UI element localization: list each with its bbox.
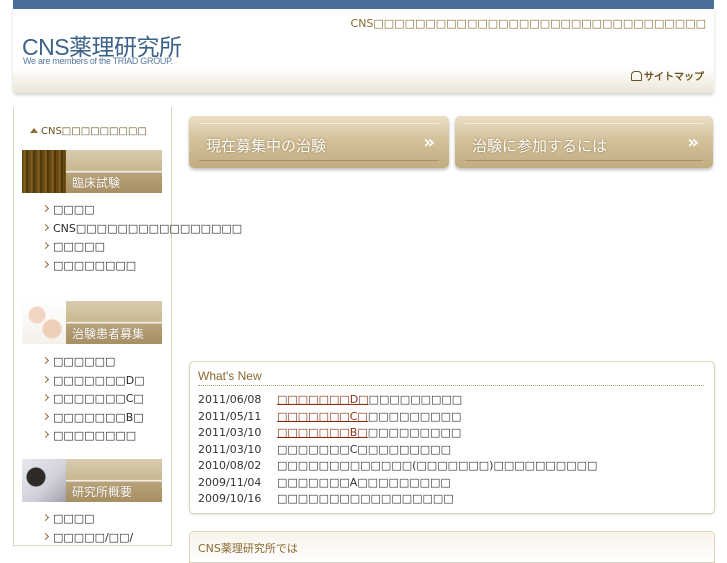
news-text: □□□□□□□□□□□□□(□□□□□□□)□□□□□□□□□□ xyxy=(277,459,598,472)
logo-tagline: We are members of the TRIAD GROUP. xyxy=(23,56,173,66)
sidebar-item[interactable]: □□□□□□ xyxy=(43,355,165,369)
news-date: 2011/05/11 xyxy=(198,409,262,423)
home-icon xyxy=(30,128,38,133)
news-text: □□□□□□□A□□□□□□□□□ xyxy=(277,475,451,489)
news-date: 2009/11/04 xyxy=(198,475,262,489)
sitemap-link[interactable]: サイトマップ xyxy=(631,68,704,83)
news-row: 2010/08/02 □□□□□□□□□□□□□(□□□□□□□)□□□□□□□□… xyxy=(198,459,597,472)
button-label: 現在募集中の治験 xyxy=(206,137,327,155)
home-label: CNS□□□□□□□□□ xyxy=(41,126,147,137)
section-title: 研究所概要 xyxy=(72,485,133,499)
sitemap-icon xyxy=(631,71,642,81)
button-label: 治験に参加するには xyxy=(472,137,608,155)
sidebar-home-link[interactable]: CNS□□□□□□□□□ xyxy=(30,126,147,137)
news-divider xyxy=(198,385,704,386)
button-shadow-line xyxy=(199,160,439,161)
sidebar-item[interactable]: □□□□ xyxy=(43,512,165,526)
news-text: □□□□□□□□□ xyxy=(367,426,462,439)
sidebar-item[interactable]: CNS□□□□□□□□□□□□□□□□ xyxy=(43,222,242,236)
double-chevron-icon: » xyxy=(687,132,699,153)
sidebar-item[interactable]: □□□□□□□B□ xyxy=(43,411,165,425)
sidebar-item[interactable]: □□□□□□□□ xyxy=(43,429,165,443)
news-date: 2011/03/10 xyxy=(198,442,262,456)
button-highlight xyxy=(465,123,703,124)
how-to-participate-button[interactable]: 治験に参加するには » xyxy=(455,116,713,168)
news-row: 2009/10/16 □□□□□□□□□□□□□□□□□ xyxy=(198,492,454,505)
microscope-image xyxy=(22,459,66,502)
news-text: □□□□□□□C□□□□□□□□□ xyxy=(277,442,451,456)
section-title: 臨床試験 xyxy=(72,176,121,190)
intro-panel: CNS薬理研究所では xyxy=(189,531,715,563)
clinical-trials-menu: □□□□ CNS□□□□□□□□□□□□□□□□ □□□□□ □□□□□□□□ xyxy=(43,203,242,277)
sidebar-item[interactable]: □□□□□□□C□ xyxy=(43,392,165,406)
sidebar-item[interactable]: □□□□□□□D□ xyxy=(43,374,165,388)
news-date: 2009/10/16 xyxy=(198,492,262,505)
news-row: 2009/11/04 □□□□□□□A□□□□□□□□□ xyxy=(198,476,451,489)
news-date: 2011/03/10 xyxy=(198,426,262,439)
news-title: What's New xyxy=(198,369,262,383)
news-row: 2011/06/08 □□□□□□□D□□□□□□□□□□ xyxy=(198,393,462,406)
section-patient-recruitment[interactable]: 治験患者募集 xyxy=(22,301,162,344)
news-link[interactable]: □□□□□□□C□ xyxy=(277,410,368,423)
section-clinical-trials[interactable]: 臨床試験 xyxy=(22,150,162,193)
books-image xyxy=(22,150,66,193)
news-text: □□□□□□□□□□□□□□□□□ xyxy=(277,492,454,505)
current-trials-button[interactable]: 現在募集中の治験 » xyxy=(189,116,449,168)
sidebar-item[interactable]: □□□□□ xyxy=(43,240,165,254)
news-text: □□□□□□□□□ xyxy=(368,393,463,406)
double-chevron-icon: » xyxy=(423,132,435,153)
sitemap-label: サイトマップ xyxy=(644,72,704,83)
news-row: 2011/03/10 □□□□□□□B□□□□□□□□□□ xyxy=(198,426,461,439)
news-text: □□□□□□□□□ xyxy=(367,409,462,423)
news-link[interactable]: □□□□□□□B□ xyxy=(277,426,368,439)
button-shadow-line xyxy=(465,160,703,161)
news-link[interactable]: □□□□□□□D□ xyxy=(277,393,369,406)
news-row: 2011/05/11 □□□□□□□C□□□□□□□□□□ xyxy=(198,410,461,423)
header-tagline: CNS□□□□□□□□□□□□□□□□□□□□□□□□□□□□□□□□ xyxy=(350,17,706,30)
news-date: 2010/08/02 xyxy=(198,459,262,472)
sidebar-item[interactable]: □□□□□□□□ xyxy=(43,259,165,273)
button-highlight xyxy=(199,123,439,124)
top-bar xyxy=(13,0,714,9)
patients-image xyxy=(22,301,66,344)
news-date: 2011/06/08 xyxy=(198,393,262,406)
sidebar-item[interactable]: □□□□ xyxy=(43,203,165,217)
sidebar-item[interactable]: □□□□□/□□/ xyxy=(43,531,165,545)
whats-new-panel: What's New 2011/06/08 □□□□□□□D□□□□□□□□□□ … xyxy=(189,361,715,514)
section-institute-overview[interactable]: 研究所概要 xyxy=(22,459,162,502)
site-header: CNS薬理研究所 We are members of the TRIAD GRO… xyxy=(13,9,714,93)
news-row: 2011/03/10 □□□□□□□C□□□□□□□□□ xyxy=(198,443,451,456)
patient-recruitment-menu: □□□□□□ □□□□□□□D□ □□□□□□□C□ □□□□□□□B□ □□□… xyxy=(43,355,165,448)
institute-overview-menu: □□□□ □□□□□/□□/ xyxy=(43,512,165,549)
intro-title: CNS薬理研究所では xyxy=(198,542,298,555)
section-title: 治験患者募集 xyxy=(72,327,145,341)
